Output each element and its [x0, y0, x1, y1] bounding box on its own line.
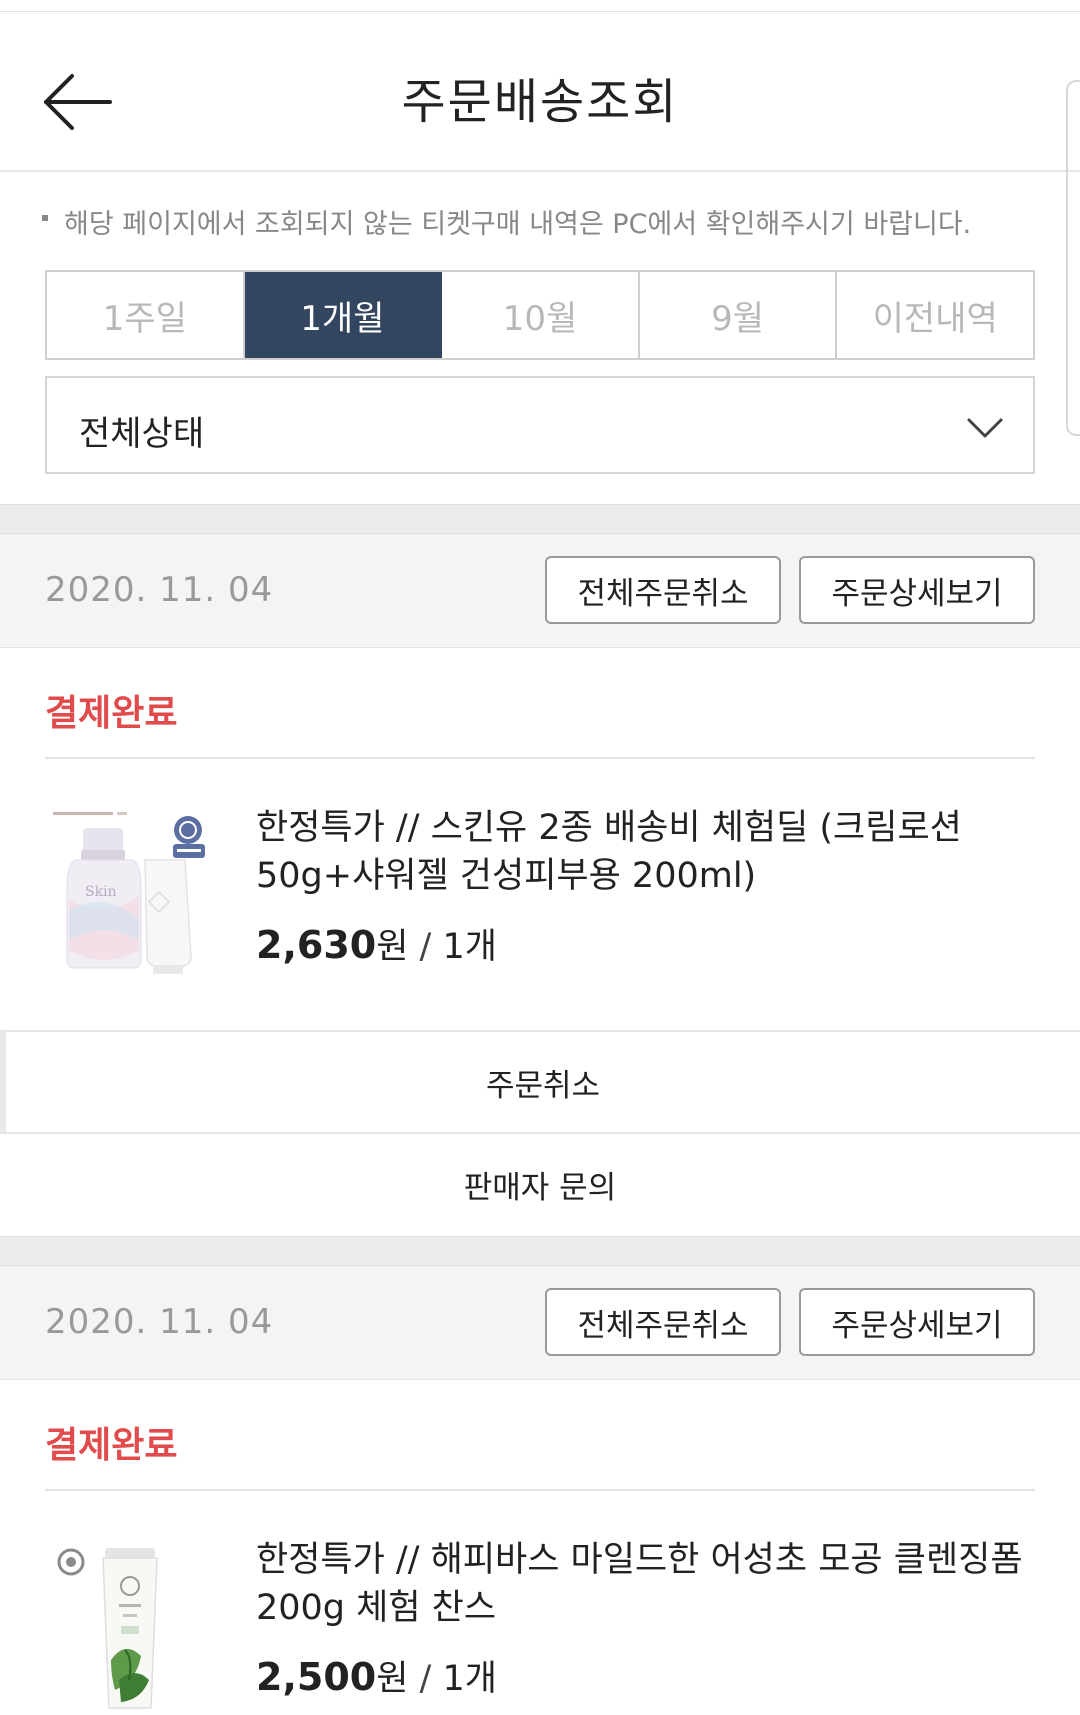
product-quantity: 1개: [442, 1659, 497, 1699]
notice-text: 해당 페이지에서 조회되지 않는 티켓구매 내역은 PC에서 확인해주시기 바랍…: [42, 202, 971, 241]
tab-1-month[interactable]: 1개월: [244, 272, 443, 358]
divider: [45, 757, 1035, 759]
product-thumbnail[interactable]: [45, 1530, 230, 1715]
product-price: 2,500원 / 1개: [256, 1650, 497, 1701]
price-separator: /: [408, 927, 443, 967]
price-amount: 2,630: [256, 923, 377, 967]
tab-october[interactable]: 10월: [442, 272, 640, 358]
svg-text:Skin: Skin: [85, 884, 117, 900]
chevron-down-icon: [967, 418, 1003, 438]
price-currency: 원: [376, 1659, 409, 1699]
payment-status: 결제완료: [45, 693, 178, 734]
order-date: 2020. 11. 04: [45, 1302, 274, 1342]
page-title: 주문배송조회: [401, 74, 679, 130]
divider: [45, 1489, 1035, 1491]
cancel-all-orders-button[interactable]: 전체주문취소: [545, 1288, 781, 1356]
period-tabs: 1주일 1개월 10월 9월 이전내역: [45, 270, 1035, 360]
cancel-order-button[interactable]: 주문취소: [0, 1030, 1080, 1132]
tab-1-week[interactable]: 1주일: [47, 272, 245, 358]
tab-september[interactable]: 9월: [640, 272, 838, 358]
order-header: 2020. 11. 04 전체주문취소 주문상세보기: [0, 534, 1080, 648]
order-detail-button[interactable]: 주문상세보기: [799, 1288, 1035, 1356]
price-currency: 원: [376, 927, 409, 967]
order-header: 2020. 11. 04 전체주문취소 주문상세보기: [0, 1266, 1080, 1380]
status-filter-select[interactable]: 전체상태: [45, 376, 1035, 474]
product-name[interactable]: 한정특가 // 스킨유 2종 배송비 체험딜 (크림로션50g+샤워젤 건성피부…: [256, 804, 1046, 900]
product-quantity: 1개: [442, 927, 497, 967]
product-thumbnail[interactable]: Skin: [45, 800, 230, 985]
product-price: 2,630원 / 1개: [256, 918, 497, 969]
price-amount: 2,500: [256, 1655, 377, 1699]
payment-status: 결제완료: [45, 1425, 178, 1466]
status-filter-value: 전체상태: [79, 414, 205, 454]
skincare-bottles-image: Skin: [53, 812, 205, 974]
bullet-icon: [42, 214, 48, 221]
edge-scroll-handle[interactable]: [1066, 80, 1080, 436]
notice-label: 해당 페이지에서 조회되지 않는 티켓구매 내역은 PC에서 확인해주시기 바랍…: [64, 209, 972, 240]
cleansing-foam-image: [57, 1548, 158, 1709]
seller-inquiry-button[interactable]: 판매자 문의: [0, 1132, 1080, 1234]
order-detail-button[interactable]: 주문상세보기: [799, 556, 1035, 624]
cancel-all-orders-button[interactable]: 전체주문취소: [545, 556, 781, 624]
price-separator: /: [408, 1659, 443, 1699]
section-gap: [0, 1236, 1080, 1266]
order-date: 2020. 11. 04: [45, 570, 274, 610]
app-header: 주문배송조회: [0, 12, 1080, 172]
status-bar-edge: [0, 0, 1080, 12]
section-gap: [0, 504, 1080, 534]
tab-previous[interactable]: 이전내역: [837, 272, 1033, 358]
product-name[interactable]: 한정특가 // 해피바스 마일드한 어성초 모공 클렌징폼 200g 체험 찬스: [256, 1536, 1046, 1632]
